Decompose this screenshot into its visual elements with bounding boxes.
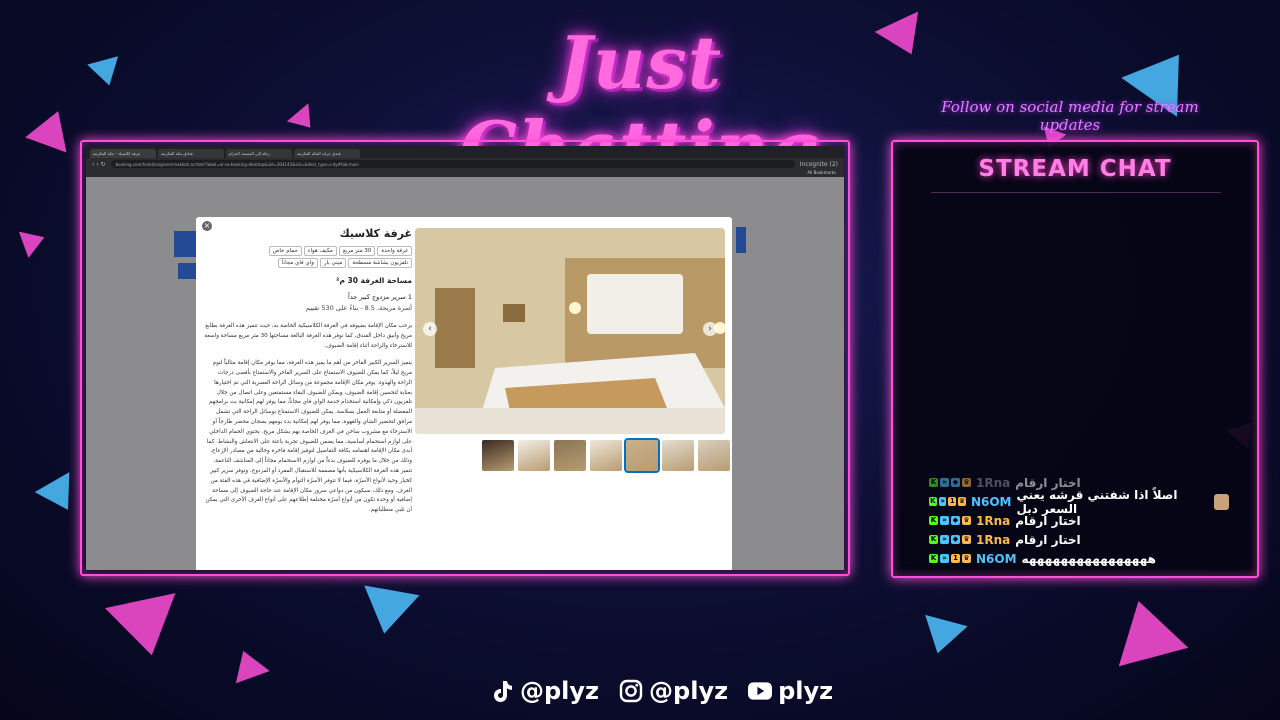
browser-addressbar: ‹ › ↻ booking.com/hotel/sa/grand-makkah.… xyxy=(86,158,844,170)
facility-badge: حمام خاص xyxy=(268,246,302,256)
social-youtube[interactable]: plyz xyxy=(748,677,833,705)
browser-tab[interactable]: فندق جراند المكة المكرمة xyxy=(294,149,360,158)
facility-list: غرفة واحدة 30 متر مربع مكيف هواء حمام خا… xyxy=(204,246,412,268)
tiktok-icon xyxy=(490,679,514,703)
photo-thumbnail[interactable] xyxy=(518,440,550,471)
social-tiktok[interactable]: @plyz xyxy=(490,677,599,705)
bg-button xyxy=(736,227,746,253)
photo-thumbnail[interactable] xyxy=(554,440,586,471)
room-size-heading: مساحة الغرفة 30 م² xyxy=(336,276,412,285)
chat-frame xyxy=(891,140,1259,578)
social-handle: plyz xyxy=(778,677,834,705)
room-photo-art xyxy=(415,228,725,434)
social-handle: @plyz xyxy=(649,677,729,705)
browser-capture: غرفة كلاسيك - مكة المكرمة فنادق مكة المك… xyxy=(86,146,844,570)
room-photo[interactable]: ‹ › xyxy=(415,228,725,434)
booking-page: × غرفة كلاسيك غرفة واحدة 30 متر مربع مكي… xyxy=(86,177,844,570)
facility-badge: ميني بار xyxy=(319,258,347,268)
photo-thumbnail[interactable] xyxy=(624,438,660,473)
bookmarks-bar[interactable]: All Bookmarks xyxy=(86,170,844,177)
url-input[interactable]: booking.com/hotel/sa/grand-makkah.ar.htm… xyxy=(110,160,795,168)
facility-badge: واي فاي مجاناً xyxy=(277,258,318,268)
instagram-icon xyxy=(619,679,643,703)
next-photo-button[interactable]: › xyxy=(703,322,717,336)
photo-thumbnail[interactable] xyxy=(590,440,622,471)
photo-thumbnail[interactable] xyxy=(698,440,730,471)
photo-thumbnail[interactable] xyxy=(662,440,694,471)
facility-badge: مكيف هواء xyxy=(303,246,337,256)
incognito-label[interactable]: Incognito (2) xyxy=(800,161,838,168)
bed-rating: أسرة مريحة، 8.5 - بناءً على 530 تقييم xyxy=(305,304,412,312)
facility-badge: تلفزيون بشاشة مسطحة xyxy=(348,258,412,268)
browser-tab[interactable]: فنادق مكة المكرمة xyxy=(158,149,224,158)
social-handle: @plyz xyxy=(520,677,600,705)
youtube-icon xyxy=(748,679,773,703)
facility-badge: 30 متر مربع xyxy=(338,246,376,256)
room-description: يرحب مكان الإقامة بضيوفه في الغرفة الكلا… xyxy=(204,323,412,349)
browser-tab[interactable]: رحلة إلى المسجد الحرام xyxy=(226,149,292,158)
bg-button xyxy=(174,231,198,257)
photo-thumbnails xyxy=(482,438,730,473)
room-info: غرفة كلاسيك غرفة واحدة 30 متر مربع مكيف … xyxy=(204,227,412,524)
room-title: غرفة كلاسيك xyxy=(339,227,412,240)
social-instagram[interactable]: @plyz xyxy=(619,677,728,705)
browser-tabbar: غرفة كلاسيك - مكة المكرمة فنادق مكة المك… xyxy=(86,146,844,158)
social-links: @plyz @plyz plyz xyxy=(490,677,833,705)
bg-button xyxy=(178,263,196,279)
browser-tab[interactable]: غرفة كلاسيك - مكة المكرمة xyxy=(90,149,156,158)
prev-photo-button[interactable]: ‹ xyxy=(423,322,437,336)
photo-thumbnail[interactable] xyxy=(482,440,514,471)
facility-badge: غرفة واحدة xyxy=(377,246,412,256)
bed-type: 1 سرير مزدوج كبير جداً xyxy=(348,293,412,301)
nav-arrows-icon[interactable]: ‹ › ↻ xyxy=(92,161,106,168)
room-description: يتميز السرير الكبير الفاخر من أهم ما يمي… xyxy=(205,360,412,514)
room-details-modal: × غرفة كلاسيك غرفة واحدة 30 متر مربع مكي… xyxy=(196,217,732,570)
follow-social-text: Follow on social media for stream update… xyxy=(941,98,1199,134)
